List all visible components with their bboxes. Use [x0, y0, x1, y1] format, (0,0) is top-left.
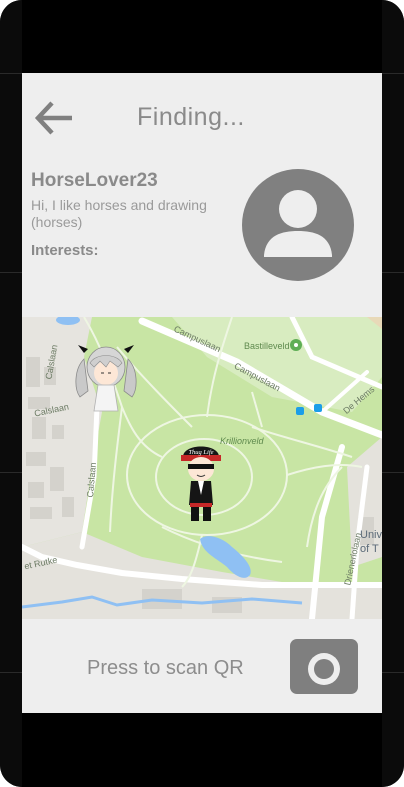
user-avatar-icon	[242, 169, 354, 281]
thug-life-character[interactable]: Thug Life	[177, 439, 225, 525]
app-screen: Finding... HorseLover23 Hi, I like horse…	[22, 73, 382, 713]
camera-icon	[308, 639, 340, 685]
map-label-bastilleveld: Bastilleveld	[244, 341, 290, 351]
bottom-bar: Press to scan QR	[22, 619, 382, 713]
bezel-line	[382, 272, 404, 273]
arrow-left-icon	[34, 101, 72, 135]
phone-bezel-right	[382, 0, 404, 787]
interests-label: Interests:	[31, 242, 99, 259]
bezel-line	[0, 73, 22, 74]
bezel-line	[0, 472, 22, 473]
hat-text: Thug Life	[188, 449, 213, 456]
profile-section: HorseLover23 Hi, I like horses and drawi…	[22, 161, 382, 317]
user-bio: Hi, I like horses and drawing (horses)	[31, 197, 207, 230]
phone-bezel-left	[0, 0, 22, 787]
map-label-of-t: of T	[360, 543, 379, 555]
map-label-univ: Univ	[360, 529, 382, 541]
back-button[interactable]	[30, 95, 76, 141]
anime-girl-character[interactable]	[70, 341, 142, 415]
camera-button[interactable]	[290, 639, 358, 694]
bezel-line	[382, 472, 404, 473]
map-label-krillionveld: Krillionveld	[220, 436, 264, 446]
phone-frame: Finding... HorseLover23 Hi, I like horse…	[0, 0, 404, 787]
page-title: Finding...	[137, 103, 245, 131]
map-view[interactable]: Campuslaan Campuslaan Bastilleveld De He…	[22, 317, 382, 619]
header: Finding...	[22, 73, 382, 161]
bezel-line	[0, 672, 22, 673]
bezel-line	[0, 272, 22, 273]
bezel-line	[382, 73, 404, 74]
scan-qr-label[interactable]: Press to scan QR	[87, 657, 247, 680]
bezel-line	[382, 672, 404, 673]
username: HorseLover23	[31, 170, 158, 191]
